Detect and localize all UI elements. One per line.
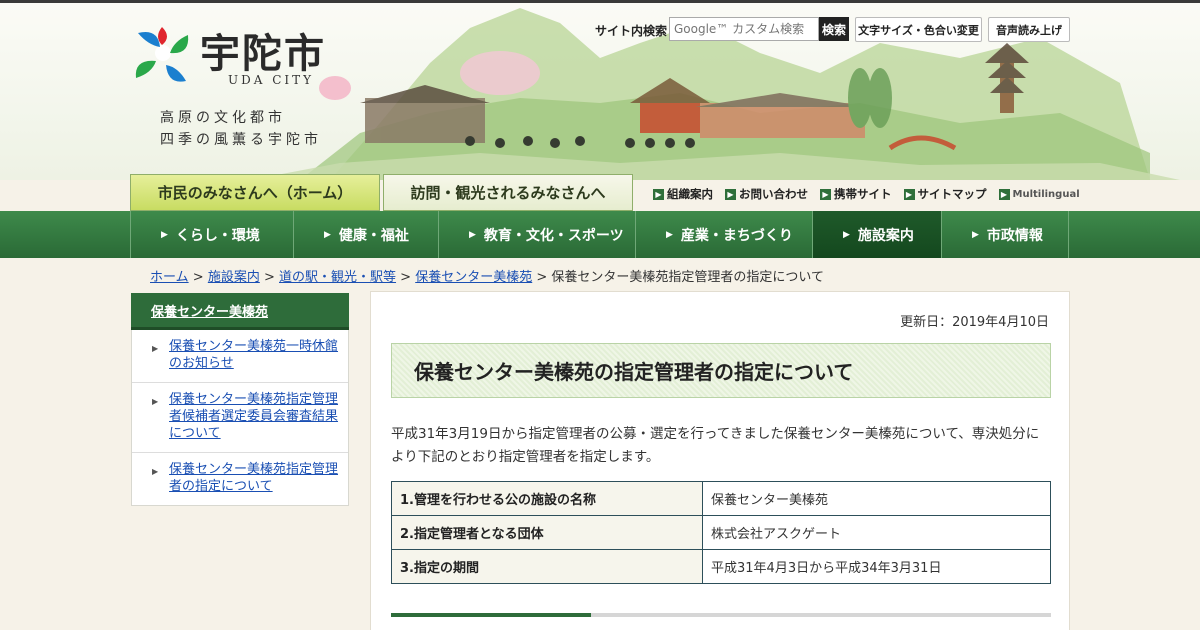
table-key: 2.指定管理者となる団体	[391, 515, 703, 550]
table-value: 平成31年4月3日から平成34年3月31日	[702, 549, 1051, 584]
search-input[interactable]	[669, 17, 819, 41]
triangle-right-icon: ▶	[666, 229, 673, 240]
util-link-mobile[interactable]: ▶ 携帯サイト	[820, 186, 892, 202]
arrow-right-icon: ▶	[903, 188, 915, 200]
nav-facilities[interactable]: ▶ 施設案内	[812, 211, 941, 258]
bullet-arrow-icon: ▶	[152, 467, 159, 476]
table-row: 3.指定の期間 平成31年4月3日から平成34年3月31日	[391, 549, 1051, 584]
nav-living-environment[interactable]: ▶ くらし・環境	[130, 211, 293, 258]
triangle-right-icon: ▶	[324, 229, 331, 240]
lead-paragraph: 平成31年3月19日から指定管理者の公募・選定を行ってきました保養センター美榛苑…	[391, 426, 1040, 465]
sidebar-item-temporary-closure[interactable]: ▶ 保養センター美榛苑一時休館のお知らせ	[132, 330, 348, 383]
util-link-organization[interactable]: ▶ 組織案内	[653, 186, 713, 202]
triangle-right-icon: ▶	[972, 229, 979, 240]
nav-industry-town[interactable]: ▶ 産業・まちづくり	[635, 211, 812, 258]
breadcrumb: ホーム > 施設案内 > 道の駅・観光・駅等 > 保養センター美榛苑 > 保養セ…	[150, 266, 824, 285]
util-link-multilingual[interactable]: ▶ Multilingual	[998, 186, 1080, 202]
font-size-color-button[interactable]: 文字サイズ・色合い変更	[855, 17, 982, 42]
search-label: サイト内検索	[595, 24, 668, 38]
nav-divider	[1068, 211, 1069, 258]
utility-links: ▶ 組織案内 ▶ お問い合わせ ▶ 携帯サイト ▶ サイトマップ ▶ Multilingu…	[653, 186, 1080, 202]
bullet-arrow-icon: ▶	[152, 344, 159, 353]
nav-health-welfare[interactable]: ▶ 健康・福祉	[293, 211, 438, 258]
arrow-right-icon: ▶	[725, 188, 736, 200]
global-navigation: ▶ くらし・環境 ▶ 健康・福祉 ▶ 教育・文化・スポーツ ▶ 産業・まちづくり ▶ 施設…	[0, 211, 1200, 258]
sidebar-list: ▶ 保養センター美榛苑一時休館のお知らせ ▶ 保養センター美榛苑指定管理者候補者選定…	[131, 330, 349, 506]
sidebar-item-selection-results[interactable]: ▶ 保養センター美榛苑指定管理者候補者選定委員会審査結果について	[132, 383, 348, 453]
breadcrumb-separator: >	[263, 270, 275, 285]
site-header: 宇陀市 UDA CITY 高原の文化都市 四季の風薫る宇陀市 サイト内検索 検索…	[0, 3, 1200, 180]
tab-home-residents[interactable]: 市民のみなさんへ（ホーム）	[130, 174, 380, 211]
arrow-right-icon: ▶	[820, 188, 831, 200]
breadcrumb-separator: >	[400, 270, 412, 285]
breadcrumb-bishinen[interactable]: 保養センター美榛苑	[415, 270, 532, 285]
updated-date: 更新日：2019年4月10日	[900, 315, 1049, 330]
triangle-right-icon: ▶	[161, 229, 168, 240]
triangle-right-icon: ▶	[843, 229, 850, 240]
designation-table: 1.管理を行わせる公の施設の名称 保養センター美榛苑 2.指定管理者となる団体 …	[391, 481, 1051, 584]
breadcrumb-separator: >	[536, 270, 548, 285]
table-key: 1.管理を行わせる公の施設の名称	[391, 481, 703, 516]
main-content: 更新日：2019年4月10日 保養センター美榛苑の指定管理者の指定について 平成…	[370, 291, 1070, 630]
breadcrumb-current: 保養センター美榛苑指定管理者の指定について	[551, 270, 825, 285]
site-name[interactable]: 宇陀市	[200, 21, 326, 79]
table-key: 3.指定の期間	[391, 549, 703, 584]
nav-city-government[interactable]: ▶ 市政情報	[941, 211, 1068, 258]
breadcrumb-home[interactable]: ホーム	[150, 270, 189, 285]
util-link-contact[interactable]: ▶ お問い合わせ	[725, 186, 808, 202]
table-row: 1.管理を行わせる公の施設の名称 保養センター美榛苑	[391, 481, 1051, 516]
sidebar: 保養センター美榛苑 ▶ 保養センター美榛苑一時休館のお知らせ ▶ 保養センター美榛苑…	[131, 293, 349, 506]
table-value: 株式会社アスクゲート	[702, 515, 1051, 550]
arrow-right-icon: ▶	[998, 188, 1010, 200]
voice-reading-button[interactable]: 音声読み上げ	[988, 17, 1070, 42]
nav-education-culture[interactable]: ▶ 教育・文化・スポーツ	[438, 211, 635, 258]
util-link-sitemap[interactable]: ▶ サイトマップ	[903, 186, 987, 202]
search-button[interactable]: 検索	[819, 17, 849, 41]
tagline-line-2: 四季の風薫る宇陀市	[160, 132, 322, 148]
tagline-line-1: 高原の文化都市	[160, 110, 286, 126]
sidebar-item-designation[interactable]: ▶ 保養センター美榛苑指定管理者の指定について	[132, 453, 348, 505]
bullet-arrow-icon: ▶	[152, 397, 159, 406]
city-logo-icon[interactable]	[128, 23, 198, 89]
breadcrumb-separator: >	[192, 270, 204, 285]
page-title: 保養センター美榛苑の指定管理者の指定について	[391, 343, 1051, 398]
tab-visitors[interactable]: 訪問・観光されるみなさんへ	[383, 174, 633, 211]
breadcrumb-roadside-station[interactable]: 道の駅・観光・駅等	[279, 270, 396, 285]
triangle-right-icon: ▶	[469, 229, 476, 240]
arrow-right-icon: ▶	[653, 188, 664, 200]
table-row: 2.指定管理者となる団体 株式会社アスクゲート	[391, 515, 1051, 550]
table-value: 保養センター美榛苑	[702, 481, 1051, 516]
section-divider	[391, 613, 1051, 617]
sidebar-title[interactable]: 保養センター美榛苑	[131, 293, 349, 330]
site-name-en: UDA CITY	[228, 73, 315, 87]
breadcrumb-facilities[interactable]: 施設案内	[208, 270, 260, 285]
section-divider-accent	[391, 613, 591, 617]
